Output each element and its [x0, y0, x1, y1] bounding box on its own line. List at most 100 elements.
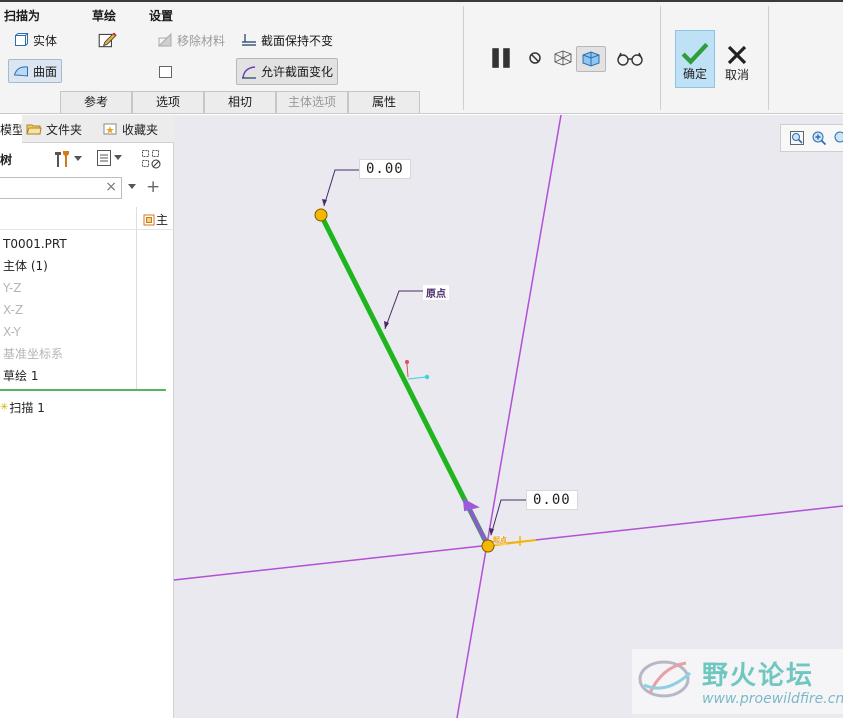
zoom-out-icon[interactable] — [833, 130, 843, 146]
csys-y-marker — [406, 363, 409, 378]
csys-y-dot — [405, 360, 409, 364]
graphics-toolbar — [780, 124, 843, 152]
verify-preview-button[interactable] — [576, 46, 606, 72]
tree-search-input[interactable]: × — [0, 177, 122, 199]
tree-tools-button[interactable] — [52, 149, 82, 169]
feature-preview-button[interactable] — [611, 46, 649, 70]
add-filter-icon[interactable]: + — [146, 177, 160, 197]
tab-favorites[interactable]: 收藏夹 — [98, 115, 174, 143]
remove-material-label: 移除材料 — [177, 33, 226, 48]
surface-icon — [13, 66, 28, 77]
cancel-label: 取消 — [724, 68, 749, 82]
allow-section-change-label: 允许截面变化 — [261, 65, 334, 79]
column-icon — [143, 214, 155, 225]
tab-folder-browser[interactable]: 文件夹 — [22, 115, 98, 143]
dim-top-leader — [323, 169, 360, 207]
check-icon — [681, 42, 709, 65]
glasses-icon — [617, 52, 643, 66]
start-arrowhead — [462, 498, 480, 512]
model-tree: T0001.PRT 主体 (1) Y-Z X-Z X-Y 基准坐标系 草绘 1 — [0, 233, 136, 387]
left-panel: 模型树 文件夹 收藏夹 树 — [0, 115, 174, 718]
solid-label: 实体 — [33, 33, 58, 48]
trajectory-endpoint-top[interactable] — [314, 208, 328, 222]
no-preview-icon — [529, 52, 541, 64]
tree-column-divider — [136, 207, 137, 389]
dim-top-arrowhead — [322, 199, 327, 206]
group-title-settings: 设置 — [149, 9, 174, 23]
origin-note-arrowhead — [384, 321, 389, 329]
tab-body-options[interactable]: 主体选项 — [276, 91, 348, 113]
insert-here-indicator[interactable] — [0, 389, 166, 391]
tree-node-sweep[interactable]: ✳ 扫描 1 — [0, 397, 45, 419]
graphics-window[interactable]: 0.00 原点 0.00 起点 野火论坛 www.proewildfire.cn — [174, 115, 843, 718]
tab-model-tree[interactable]: 模型树 — [0, 115, 22, 143]
forum-watermark: 野火论坛 www.proewildfire.cn — [632, 649, 843, 714]
tree-node-body[interactable]: 主体 (1) — [0, 255, 136, 277]
tree-node-csys[interactable]: 基准坐标系 — [0, 343, 136, 365]
tree-node-xy-plane[interactable]: X-Y — [0, 321, 136, 343]
tab-properties[interactable]: 属性 — [348, 91, 420, 113]
new-feature-star-icon: ✳ — [0, 402, 9, 413]
tree-label: 树 — [0, 153, 13, 167]
search-dropdown-chevron-icon[interactable] — [128, 184, 136, 190]
tree-node-sketch[interactable]: 草绘 1 — [0, 365, 136, 387]
tab-options[interactable]: 选项 — [132, 91, 204, 113]
ribbon-top-border — [0, 0, 843, 2]
sketch-button[interactable] — [92, 28, 122, 52]
tree-node-yz-plane[interactable]: Y-Z — [0, 277, 136, 299]
tab-favorites-label: 收藏夹 — [122, 122, 159, 137]
pause-icon — [492, 48, 510, 68]
pause-button[interactable] — [484, 44, 518, 72]
favorites-icon — [103, 123, 117, 135]
solid-icon — [15, 33, 29, 46]
dim-bottom-leader — [490, 499, 526, 536]
origin-note[interactable]: 原点 — [423, 285, 449, 300]
mesh-preview-button[interactable] — [548, 46, 578, 70]
show-hide-button[interactable] — [141, 149, 163, 172]
tab-tangency[interactable]: 相切 — [204, 91, 276, 113]
tree-node-part[interactable]: T0001.PRT — [0, 233, 136, 255]
sketch-canvas — [174, 115, 843, 718]
ribbon: 扫描为 草绘 设置 实体 曲面 移除材料 截面保持不变 允许截面变化 确定 取消… — [0, 0, 843, 114]
ribbon-separator — [768, 6, 769, 110]
watermark-url: www.proewildfire.cn — [702, 691, 843, 707]
dim-top-value[interactable]: 0.00 — [359, 159, 411, 179]
ok-label: 确定 — [682, 67, 707, 81]
group-title-sweep-as: 扫描为 — [4, 9, 41, 23]
tab-folder-label: 文件夹 — [46, 122, 83, 137]
clear-search-icon[interactable]: × — [105, 179, 117, 195]
group-title-sketch: 草绘 — [92, 9, 117, 23]
start-point-label: 起点 — [493, 535, 507, 545]
tools-icon — [55, 151, 69, 167]
cancel-button[interactable]: 取消 — [717, 30, 757, 88]
datum-plane-edge-vertical — [456, 115, 562, 718]
surface-button[interactable]: 曲面 — [8, 59, 63, 83]
refit-icon[interactable] — [789, 130, 805, 146]
tree-toolbar: 树 — [0, 145, 174, 173]
zoom-in-icon[interactable] — [811, 130, 827, 146]
remove-material-button[interactable]: 移除材料 — [152, 28, 230, 52]
dashboard-tabs: 参考 选项 相切 主体选项 属性 — [60, 91, 420, 113]
csys-x-marker — [407, 376, 427, 380]
no-preview-button[interactable] — [522, 46, 548, 70]
allow-section-change-button[interactable]: 允许截面变化 — [236, 58, 339, 85]
keep-section-label: 截面保持不变 — [261, 33, 334, 48]
keep-section-button[interactable]: 截面保持不变 — [236, 28, 338, 52]
folder-icon — [26, 124, 42, 135]
tree-node-xz-plane[interactable]: X-Z — [0, 299, 136, 321]
solid-button[interactable]: 实体 — [8, 28, 62, 52]
constant-section-icon — [242, 34, 256, 46]
tree-column-header[interactable]: 主 — [143, 211, 168, 228]
thicken-checkbox[interactable] — [152, 60, 178, 84]
trajectory-line[interactable] — [318, 213, 491, 548]
dim-bottom-value[interactable]: 0.00 — [526, 490, 578, 510]
ok-button[interactable]: 确定 — [675, 30, 715, 88]
tree-node-sweep-label: 扫描 1 — [9, 401, 45, 415]
ribbon-separator — [463, 6, 464, 110]
csys-x-dot — [424, 374, 430, 380]
tab-references[interactable]: 参考 — [60, 91, 132, 113]
navigator-tabs: 模型树 文件夹 收藏夹 — [0, 115, 174, 143]
tree-settings-button[interactable] — [96, 149, 122, 167]
ribbon-separator — [660, 6, 661, 110]
surface-label: 曲面 — [33, 64, 58, 79]
